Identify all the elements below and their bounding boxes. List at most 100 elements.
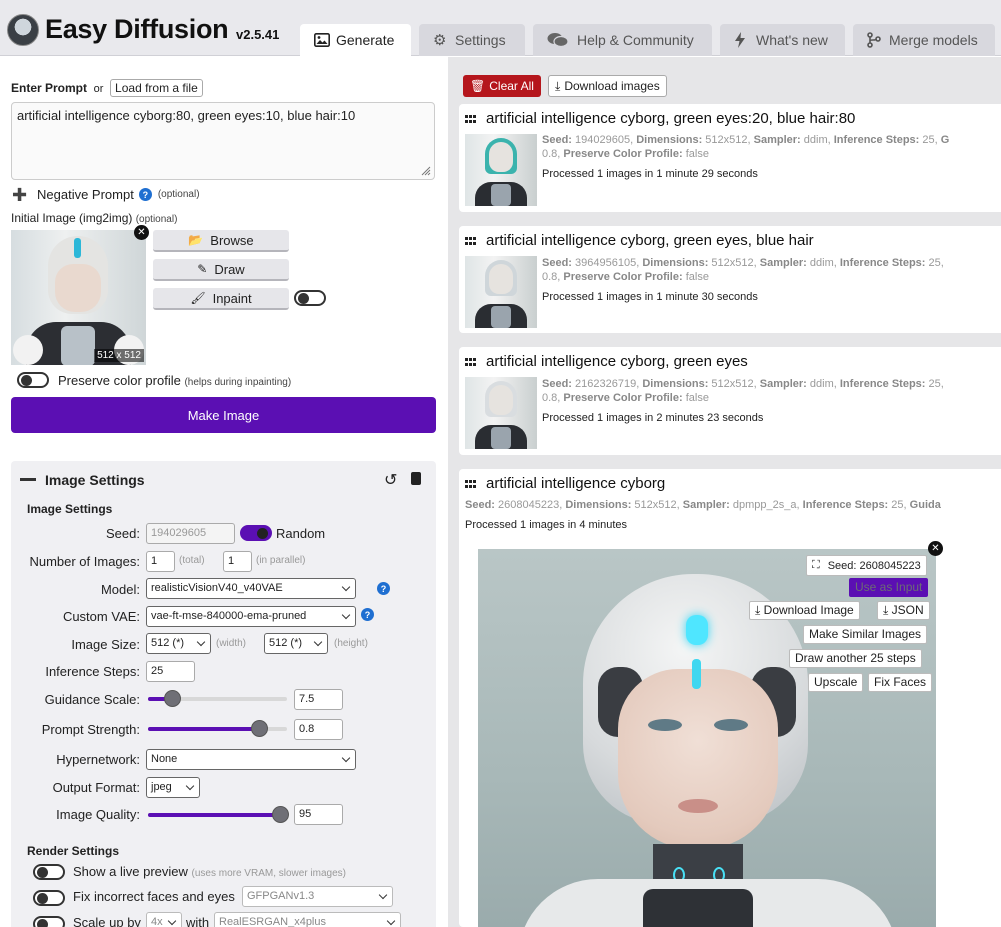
render-settings-title: Render Settings [27,844,120,858]
tab-settings[interactable]: ⚙ Settings [419,24,525,56]
vae-select[interactable]: vae-ft-mse-840000-ema-pruned [146,606,356,627]
slider-knob[interactable] [251,720,269,737]
result-card: artificial intelligence cyborg, green ey… [459,104,1001,212]
model-label: Model: [100,582,140,597]
download-icon: ⤓ [883,603,889,617]
json-button[interactable]: ⤓ JSON [877,601,930,620]
draw-more-button[interactable]: Draw another 25 steps [789,649,922,668]
close-image-icon[interactable]: ✕ [928,541,943,556]
download-image-button[interactable]: ⤓ Download Image [749,601,860,620]
result-meta-line-1: Seed: 194029605, Dimensions: 512x512, Sa… [542,134,950,146]
format-select[interactable]: jpeg [146,777,200,798]
result-title[interactable]: artificial intelligence cyborg, green ey… [486,110,855,127]
help-icon[interactable]: ? [361,608,374,621]
drag-handle-icon[interactable] [465,115,476,125]
drag-handle-icon[interactable] [465,358,476,368]
guidance-slider[interactable] [148,690,287,707]
prompt-label: Enter Prompt [11,81,88,95]
tab-generate[interactable]: Generate [300,24,411,56]
help-icon[interactable]: ? [138,188,152,201]
generated-image[interactable] [478,549,936,927]
reset-icon[interactable]: ↺ [384,470,397,490]
result-title[interactable]: artificial intelligence cyborg, green ey… [486,232,814,249]
prompt-input[interactable]: artificial intelligence cyborg:80, green… [11,102,435,180]
tab-label: What's new [756,32,828,48]
negative-prompt-toggle[interactable]: ✚ Negative Prompt ? (optional) [12,184,200,205]
model-select[interactable]: realisticVisionV40_v40VAE [146,578,356,599]
upscale-model-select[interactable]: RealESRGAN_x4plus [214,912,401,927]
load-from-file-button[interactable]: Load from a file [110,79,203,97]
json-label: JSON [891,603,924,617]
pencil-icon: ✎ [197,262,208,276]
result-thumbnail[interactable] [465,134,537,206]
quality-input[interactable]: 95 [294,804,343,825]
use-as-input-button[interactable]: Use as Input [849,578,929,597]
initial-image-preview[interactable]: 512 x 512 [11,230,146,365]
steps-input[interactable]: 25 [146,661,195,682]
scale-label: Scale up by [73,915,141,927]
random-seed-toggle[interactable] [240,525,272,541]
result-thumbnail[interactable] [465,256,537,328]
seed-badge-label: Seed: 2608045223 [827,559,921,572]
upscale-button[interactable]: Upscale [808,673,864,692]
fix-faces-model-select[interactable]: GFPGANv1.3 [242,886,393,907]
tab-whats-new[interactable]: What's new [720,24,845,56]
live-preview-toggle[interactable] [33,864,65,880]
num-images-total-input[interactable]: 1 [146,551,175,572]
guidance-input[interactable]: 7.5 [294,689,343,710]
tab-merge-models[interactable]: Merge models [853,24,995,56]
format-label: Output Format: [52,780,140,795]
download-images-button[interactable]: ⤓ Download images [548,75,667,97]
app-title: Easy Diffusion [45,14,229,44]
result-title[interactable]: artificial intelligence cyborg, green ey… [486,353,748,370]
slider-knob[interactable] [163,690,181,707]
clear-all-button[interactable]: 🗑 Clear All [463,75,541,97]
download-icon: ⤓ [555,78,561,93]
browse-button[interactable]: 📂 Browse [153,230,289,252]
make-image-button[interactable]: Make Image [11,397,436,433]
fix-faces-button[interactable]: Fix Faces [868,673,933,692]
hypernetwork-select[interactable]: None [146,749,356,770]
result-meta-line-2: 0.8, Preserve Color Profile: false [542,392,709,404]
result-title[interactable]: artificial intelligence cyborg [486,475,665,492]
slider-knob[interactable] [272,806,290,823]
strength-slider[interactable] [148,720,287,737]
download-images-label: Download images [564,79,660,93]
width-select[interactable]: 512 (*) [146,633,211,654]
gear-icon: ⚙ [433,32,447,49]
result-meta-line-1: Seed: 3964956105, Dimensions: 512x512, S… [542,257,944,269]
drag-handle-icon[interactable] [465,480,476,490]
resize-grip-icon[interactable] [421,166,431,176]
inpaint-toggle[interactable] [294,290,326,306]
image-size-badge: 512 x 512 [94,349,144,362]
quality-slider[interactable] [148,806,290,823]
comments-icon [547,32,577,48]
inpaint-button[interactable]: 🖌 Inpaint [153,288,289,310]
tab-label: Generate [336,32,395,48]
drag-handle-icon[interactable] [465,237,476,247]
tab-label: Settings [455,32,506,48]
seed-badge[interactable]: ⛶ Seed: 2608045223 [806,555,927,576]
preserve-color-toggle[interactable] [17,372,49,388]
strength-input[interactable]: 0.8 [294,719,343,740]
height-select[interactable]: 512 (*) [264,633,328,654]
result-thumbnail[interactable] [465,377,537,449]
make-similar-button[interactable]: Make Similar Images [803,625,928,644]
num-parallel-hint: (in parallel) [256,555,306,566]
image-settings-panel-title[interactable]: Image Settings [45,472,145,488]
num-images-parallel-input[interactable]: 1 [223,551,252,572]
clipboard-icon[interactable] [411,472,421,485]
fix-faces-toggle[interactable] [33,890,65,906]
plus-icon: ✚ [12,184,28,205]
trash-icon: 🗑 [470,79,486,93]
strength-label: Prompt Strength: [41,722,140,737]
tab-help-community[interactable]: Help & Community [533,24,712,56]
scale-with-label: with [186,915,210,927]
scale-select[interactable]: 4x [146,912,182,927]
help-icon[interactable]: ? [377,582,390,595]
remove-image-icon[interactable]: ✕ [134,225,149,240]
draw-button[interactable]: ✎ Draw [153,259,289,281]
upscale-toggle[interactable] [33,916,65,927]
collapse-icon[interactable] [20,478,36,481]
seed-input[interactable]: 194029605 [146,523,235,544]
